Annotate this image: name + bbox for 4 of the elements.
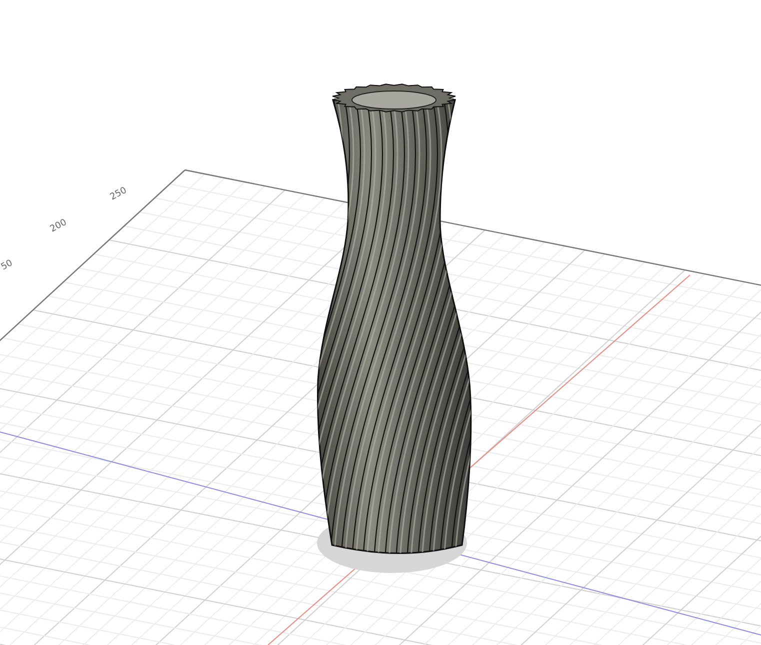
grid-label: 200 [48,218,69,235]
grid-label: 50 [0,258,15,273]
vase-model[interactable] [316,84,472,554]
grid-label: 250 [108,186,129,203]
